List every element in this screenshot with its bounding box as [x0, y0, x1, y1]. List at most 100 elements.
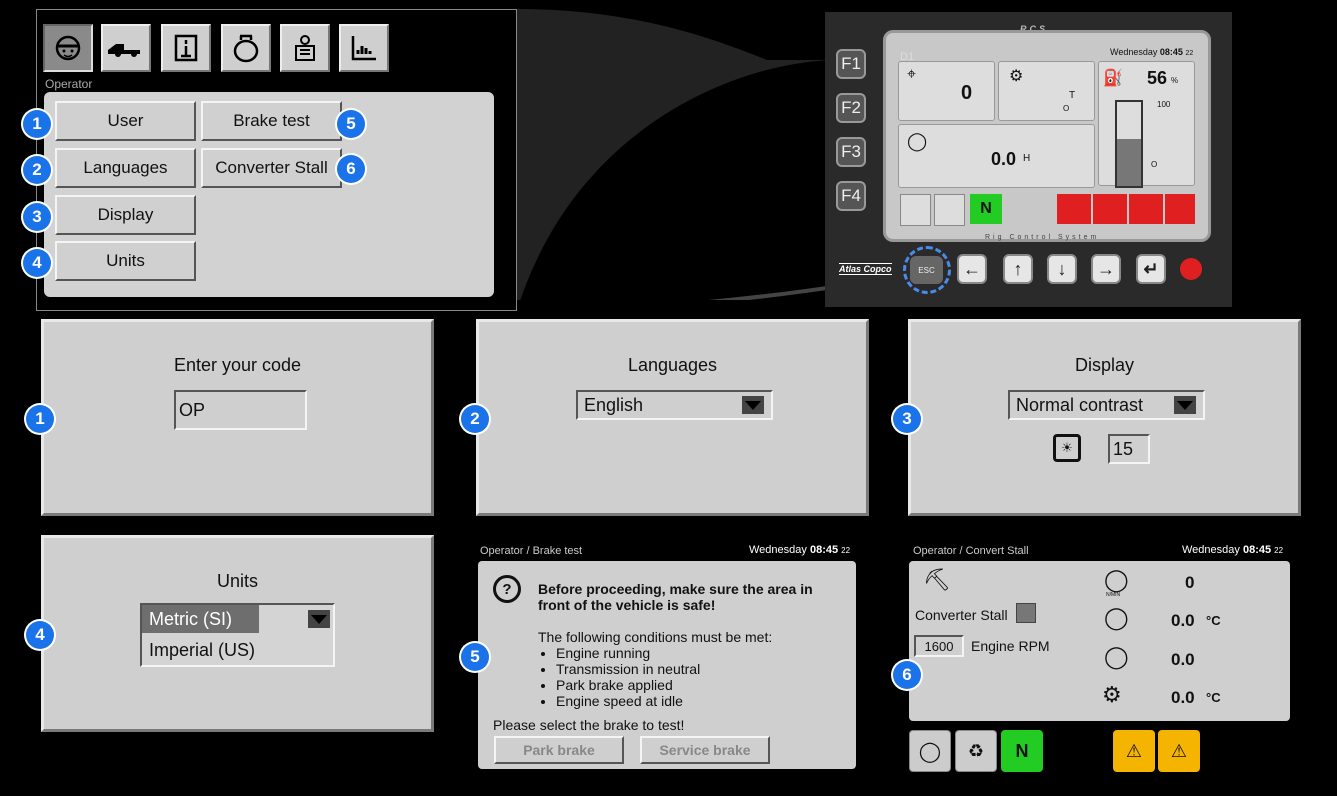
drill-rig-icon[interactable]	[101, 24, 151, 72]
stall-breadcrumb: Operator / Convert Stall	[913, 545, 1029, 557]
callout-1: 1	[23, 110, 51, 138]
condition-item: Transmission in neutral	[556, 661, 700, 677]
units-listbox[interactable]: Metric (SI) Imperial (US)	[140, 603, 335, 667]
neutral-indicator: N	[970, 194, 1002, 224]
brake-test-breadcrumb: Operator / Brake test	[480, 545, 583, 557]
brake-warning-text: Before proceeding, make sure the area in…	[538, 581, 813, 613]
alarm-icon-4	[1165, 194, 1195, 224]
engine-value: 0.0	[1171, 650, 1195, 669]
checklist-icon[interactable]	[161, 24, 211, 72]
units-option-imperial[interactable]: Imperial (US)	[142, 636, 333, 664]
clock-day: Wednesday	[1110, 47, 1158, 57]
engine-temp-icon: ◯	[1104, 605, 1129, 630]
oil-temp-unit: °C	[1206, 690, 1221, 705]
units-screen-title: Units	[216, 571, 258, 591]
manual-icon[interactable]	[280, 24, 330, 72]
arrow-down-icon[interactable]: ↓	[1047, 254, 1077, 284]
languages-button[interactable]: Languages	[55, 148, 196, 188]
fuel-tile: ⛽ 56 % 100 O	[1098, 61, 1195, 188]
alarm-icon-1	[1057, 194, 1091, 224]
atlas-copco-logo: Atlas Copco	[839, 263, 892, 275]
fuel-gauge	[1115, 100, 1143, 188]
f2-key[interactable]: F2	[836, 93, 866, 123]
chevron-down-icon[interactable]	[1174, 396, 1196, 414]
bar-chart-icon[interactable]	[339, 24, 389, 72]
brake-test-screen: ? Before proceeding, make sure the area …	[478, 561, 856, 769]
chevron-down-icon[interactable]	[742, 396, 764, 414]
callout-5: 5	[461, 643, 489, 671]
engine-status-icon	[900, 194, 931, 226]
rpm-input[interactable]: 1600	[914, 635, 964, 657]
brightness-icon: ☀	[1053, 434, 1081, 462]
engine-hours-unit: H	[1023, 153, 1031, 164]
arrow-left-icon[interactable]: ←	[957, 254, 987, 284]
park-brake-pedal-icon: ⚠	[1113, 730, 1155, 772]
brake-select-prompt: Please select the brake to test!	[493, 717, 685, 733]
brake-test-clock: Wednesday 08:45 22	[749, 544, 850, 556]
fuel-value: 56	[1147, 68, 1168, 88]
languages-screen-title: Languages	[627, 355, 718, 375]
languages-screen: Languages English	[476, 319, 869, 516]
engine-temp-unit: °C	[1206, 613, 1221, 628]
clock-time: 08:45	[1242, 544, 1272, 556]
f3-key[interactable]: F3	[836, 137, 866, 167]
clock-seconds: 22	[1185, 50, 1194, 57]
user-button[interactable]: User	[55, 101, 196, 141]
callout-3: 3	[23, 203, 51, 231]
fuel-icon: ⛽	[1103, 70, 1123, 87]
converter-stall-checkbox[interactable]	[1016, 603, 1036, 623]
section-label: Operator	[45, 77, 93, 91]
engine-icon: ◯	[909, 730, 951, 772]
engine-icon: ◯	[1104, 644, 1129, 669]
brightness-input[interactable]: 15	[1108, 434, 1150, 464]
arrow-right-icon[interactable]: →	[1091, 254, 1121, 284]
condition-item: Park brake applied	[556, 677, 700, 693]
engine-icon[interactable]	[221, 24, 271, 72]
units-button[interactable]: Units	[55, 241, 196, 281]
esc-key[interactable]: ESC	[910, 256, 943, 284]
service-brake-button[interactable]: Service brake	[640, 736, 770, 764]
f4-key[interactable]: F4	[836, 181, 866, 211]
zoom-connector	[517, 9, 847, 300]
torque-unit: N/MIN	[1106, 592, 1121, 598]
arrow-up-icon[interactable]: ↑	[1003, 254, 1033, 284]
stop-button[interactable]	[1180, 258, 1202, 280]
converter-stall-button[interactable]: Converter Stall	[201, 148, 342, 188]
feed-icon: ⚙	[1009, 68, 1024, 85]
oil-temp-icon: ⚙	[1102, 682, 1122, 707]
fuel-max: 100	[1157, 100, 1171, 109]
neutral-indicator: N	[1001, 730, 1043, 772]
conditions-intro: The following conditions must be met:	[538, 629, 773, 645]
operator-helmet-icon[interactable]	[43, 24, 93, 72]
callout-2: 2	[23, 156, 51, 184]
code-input[interactable]: OP	[174, 390, 307, 430]
conditions-list: Engine running Transmission in neutral P…	[538, 645, 700, 709]
park-brake-button[interactable]: Park brake	[494, 736, 624, 764]
fuel-min: O	[1151, 160, 1158, 169]
enter-icon[interactable]: ↵	[1136, 254, 1166, 284]
brake-test-button[interactable]: Brake test	[201, 101, 342, 141]
engine-hours-tile: ◯ 0.0 H	[898, 124, 1095, 188]
feed-unit: T	[1069, 90, 1076, 101]
drill-bit-icon: ⌖	[907, 66, 917, 83]
units-option-metric[interactable]: Metric (SI)	[142, 605, 259, 633]
callout-4: 4	[23, 249, 51, 277]
stall-clock: Wednesday 08:45 22	[1182, 544, 1283, 556]
f1-key[interactable]: F1	[836, 49, 866, 79]
callout-4: 4	[26, 621, 54, 649]
chevron-down-icon[interactable]	[308, 610, 330, 628]
language-selected: English	[584, 394, 644, 415]
callout-6: 6	[893, 661, 921, 689]
callout-5: 5	[337, 110, 365, 138]
display-button[interactable]: Display	[55, 195, 196, 235]
feed-tile: ⚙ T O	[998, 61, 1095, 121]
fuel-unit: %	[1171, 76, 1179, 85]
torque-value: 0	[1185, 573, 1195, 592]
code-screen-title: Enter your code	[173, 355, 302, 375]
fuel-gauge-fill	[1117, 138, 1141, 186]
rpm-label: Engine RPM	[971, 638, 1050, 654]
transmission-status-icon	[934, 194, 965, 226]
callout-6: 6	[337, 155, 365, 183]
clock-time: 08:45	[1159, 47, 1183, 57]
clock-time: 08:45	[809, 544, 839, 556]
